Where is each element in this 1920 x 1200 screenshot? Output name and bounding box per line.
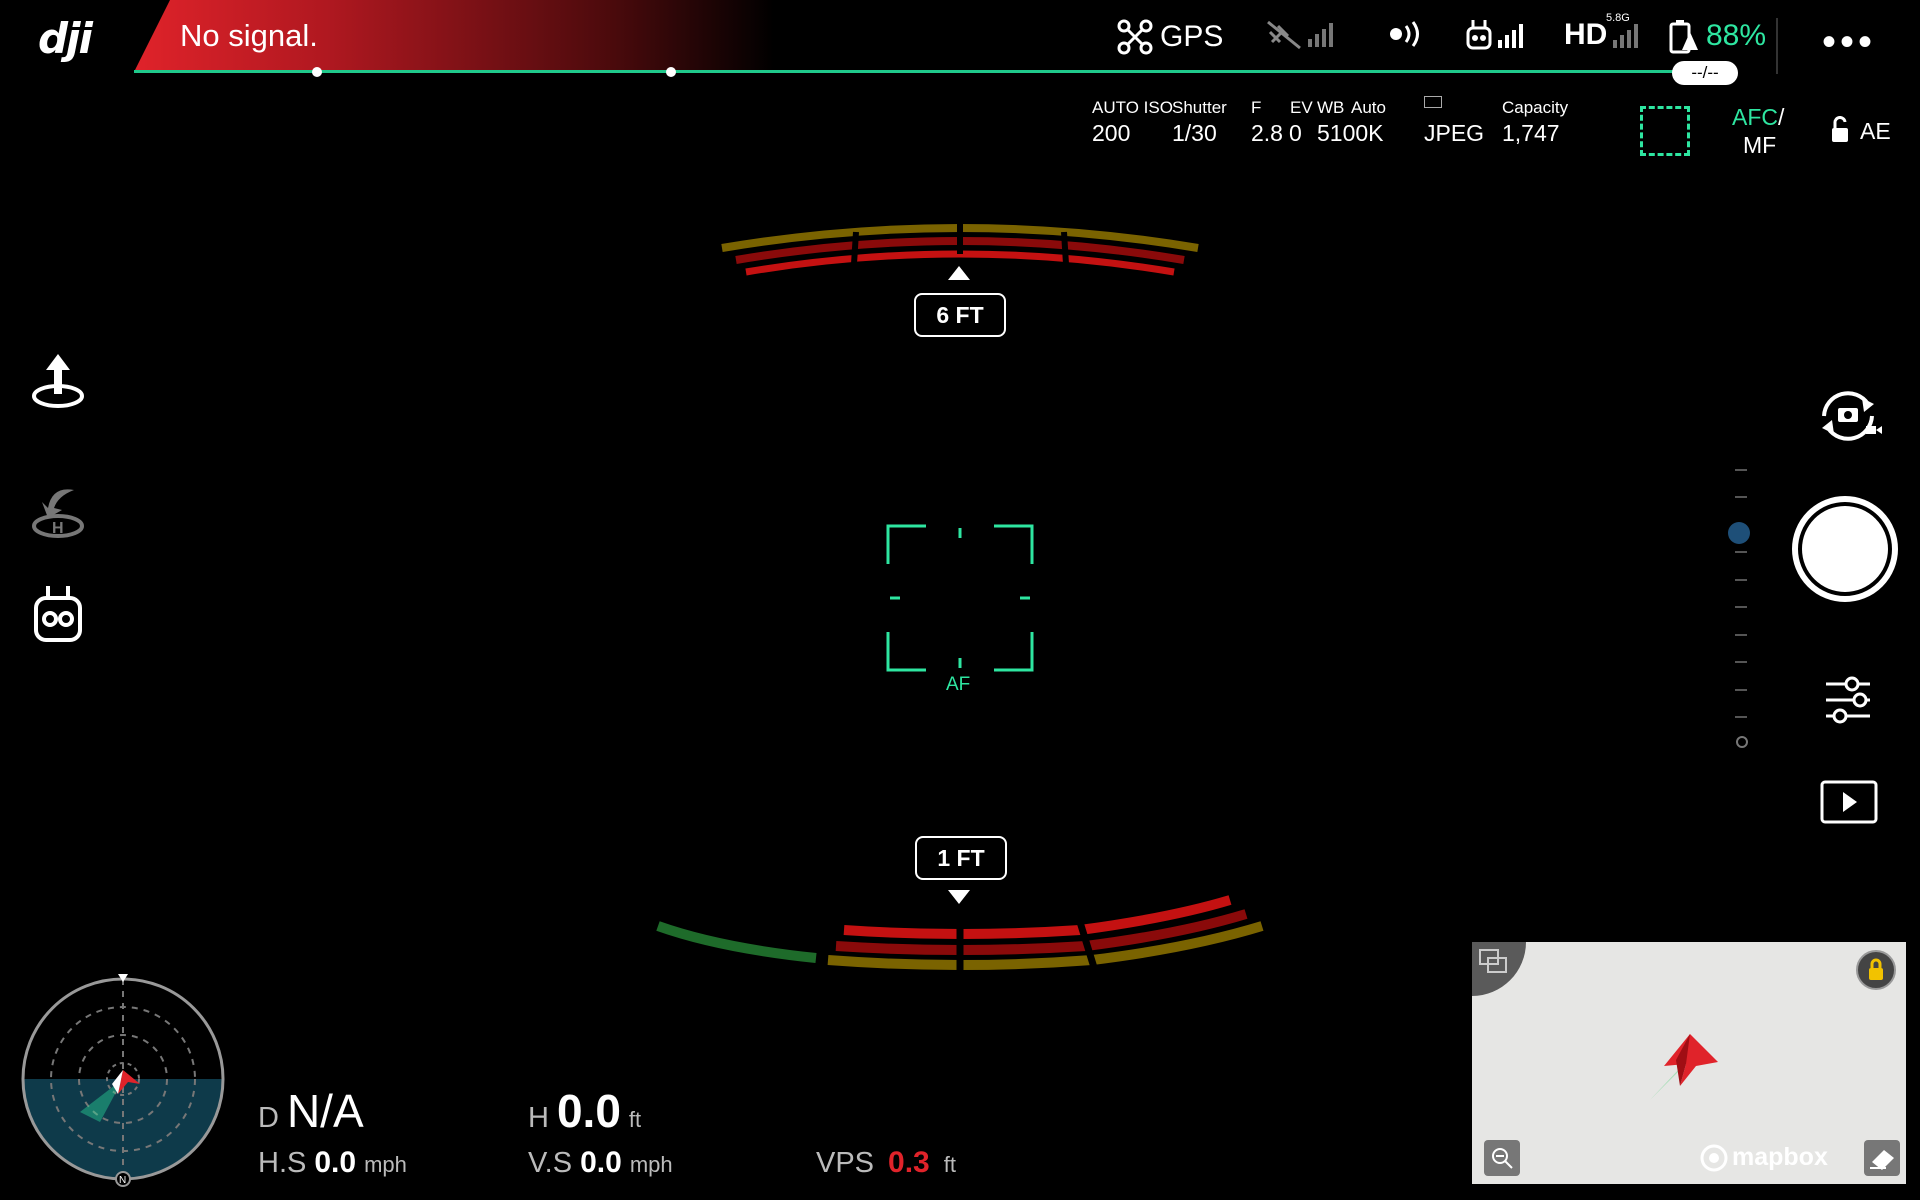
- map-expand-icon[interactable]: [1478, 948, 1508, 974]
- rear-distance-box: 1 FT: [915, 836, 1007, 880]
- photo-video-switch-icon[interactable]: [1812, 386, 1884, 446]
- height-readout: H 0.0 ft: [528, 1084, 641, 1138]
- mapbox-logo-icon: [1700, 1144, 1728, 1172]
- wb-label: WB: [1317, 98, 1345, 117]
- afc-label[interactable]: AFC: [1732, 104, 1778, 131]
- aircraft-position-icon: [1650, 1034, 1718, 1100]
- horizontal-speed-unit: mph: [364, 1152, 407, 1177]
- lock-icon: [1869, 958, 1883, 980]
- vertical-speed-value: 0.0: [580, 1146, 622, 1179]
- photo-format-icon: [1424, 96, 1442, 108]
- battery-percent: 88%: [1706, 19, 1767, 52]
- hd-band-label: 5.8G: [1606, 12, 1630, 24]
- horizontal-speed-label: H.S: [258, 1147, 307, 1179]
- progress-marker: [666, 67, 676, 77]
- satellite-icon: [1267, 20, 1301, 50]
- return-home-icon[interactable]: H: [26, 478, 90, 542]
- satellite-status[interactable]: [1266, 18, 1333, 50]
- ae-label[interactable]: AE: [1860, 118, 1891, 145]
- more-options-icon[interactable]: •••: [1822, 20, 1876, 65]
- ev-value[interactable]: 0: [1289, 120, 1302, 147]
- height-label: H: [528, 1102, 549, 1134]
- photo-format-value[interactable]: JPEG: [1424, 120, 1484, 147]
- vertical-speed-unit: mph: [629, 1152, 673, 1177]
- zoom-tick: [1735, 661, 1747, 663]
- ev-label: EV: [1290, 98, 1313, 117]
- wb-value[interactable]: 5100K: [1317, 120, 1384, 147]
- satellite-signal-bars: [1308, 21, 1333, 47]
- takeoff-icon[interactable]: [26, 350, 90, 414]
- rc-signal-status[interactable]: [1466, 18, 1523, 52]
- af-label: AF: [946, 674, 971, 695]
- remote-controller-icon[interactable]: [26, 582, 90, 646]
- gps-label: GPS: [1160, 20, 1224, 53]
- afc-mf-slash: /: [1778, 104, 1785, 130]
- broadcast-icon: [1390, 21, 1419, 47]
- front-distance-box: 6 FT: [914, 293, 1006, 337]
- battery-icon: [1669, 20, 1698, 54]
- iso-label: AUTO ISO: [1092, 98, 1173, 117]
- mapbox-attribution[interactable]: mapbox: [1732, 1143, 1828, 1172]
- distance-value: N/A: [286, 1085, 364, 1137]
- battery-progress-line: [134, 70, 1674, 73]
- progress-marker: [312, 67, 322, 77]
- zoom-tick: [1735, 689, 1747, 691]
- height-unit: ft: [628, 1107, 642, 1132]
- wb-mode: Auto: [1351, 98, 1386, 117]
- shutter-value[interactable]: 1/30: [1172, 120, 1217, 147]
- aperture-value[interactable]: 2.8: [1251, 120, 1283, 147]
- zoom-tick: [1735, 551, 1747, 553]
- svg-text:H: H: [52, 520, 64, 537]
- capacity-value: 1,747: [1502, 120, 1560, 146]
- vertical-speed-readout: V.S 0.0 mph: [528, 1146, 673, 1180]
- vps-unit: ft: [943, 1152, 956, 1177]
- front-arrow-icon: [948, 266, 970, 280]
- vertical-speed-label: V.S: [528, 1147, 573, 1179]
- radar-attitude-indicator[interactable]: N: [20, 972, 226, 1192]
- hd-signal-bars: [1613, 22, 1639, 48]
- rc-signal-bars: [1498, 22, 1523, 48]
- battery-status[interactable]: 88%: [1668, 18, 1766, 54]
- vps-value: 0.3: [888, 1146, 930, 1179]
- camera-settings-icon[interactable]: [1822, 674, 1874, 726]
- eraser-icon: [1870, 1150, 1894, 1170]
- unlock-icon[interactable]: [1830, 116, 1850, 144]
- remote-controller-icon: [1466, 20, 1492, 50]
- shutter-button-inner[interactable]: [1802, 506, 1888, 592]
- horizontal-speed-value: 0.0: [314, 1146, 357, 1179]
- af-focus-frame[interactable]: [886, 524, 1034, 672]
- compass-north-label: N: [119, 1175, 126, 1186]
- iso-value[interactable]: 200: [1092, 120, 1130, 147]
- aperture-label: F: [1251, 98, 1262, 117]
- zoom-tick: [1735, 579, 1747, 581]
- signal-broadcast-status[interactable]: [1386, 18, 1430, 50]
- horizontal-speed-readout: H.S 0.0 mph: [258, 1146, 407, 1180]
- height-value: 0.0: [556, 1085, 621, 1137]
- capacity-label: Capacity: [1502, 98, 1569, 117]
- zoom-zero-marker: [1736, 736, 1748, 748]
- shutter-label: Shutter: [1172, 98, 1227, 117]
- divider: [1776, 18, 1778, 74]
- zoom-tick: [1735, 606, 1747, 608]
- zoom-tick: [1735, 496, 1747, 498]
- hd-label: HD: [1564, 18, 1608, 51]
- drone-icon: [1117, 19, 1153, 55]
- vps-readout: VPS 0.3 ft: [816, 1146, 956, 1180]
- zoom-tick: [1735, 634, 1747, 636]
- rear-obstacle-arc: [656, 895, 1264, 976]
- dji-logo[interactable]: dji: [38, 14, 134, 63]
- zoom-out-icon: [1492, 1148, 1513, 1169]
- distance-readout: D N/A: [258, 1084, 364, 1138]
- zoom-slider-knob[interactable]: [1728, 522, 1750, 544]
- zoom-tick: [1735, 469, 1747, 471]
- focus-mode-icon[interactable]: [1640, 106, 1690, 156]
- playback-icon[interactable]: [1820, 780, 1878, 824]
- signal-message[interactable]: No signal.: [180, 18, 318, 54]
- zoom-tick: [1735, 716, 1747, 718]
- distance-label: D: [258, 1102, 279, 1134]
- vps-label: VPS: [816, 1147, 875, 1179]
- mf-label[interactable]: MF: [1743, 132, 1776, 159]
- flight-time-pill: --/--: [1672, 61, 1738, 85]
- gps-status[interactable]: GPS: [1116, 18, 1223, 56]
